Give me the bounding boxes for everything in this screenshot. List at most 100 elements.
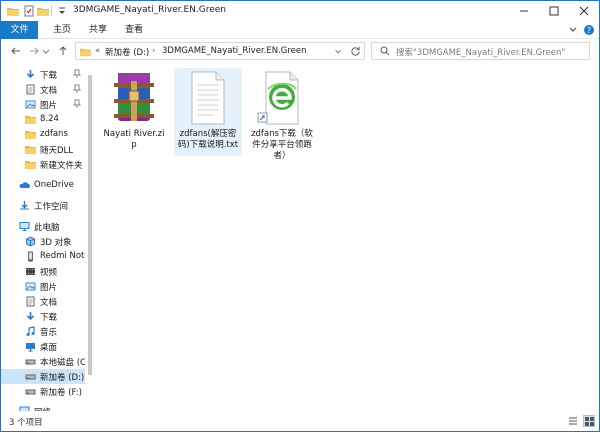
details-view-icon <box>569 417 577 425</box>
address-bar[interactable]: « 新加卷 (D:) › 3DMGAME_Nayati_River.EN.Gre… <box>75 42 365 60</box>
breadcrumb-drive[interactable]: 新加卷 (D:) <box>105 46 149 58</box>
sidebar-item-pictures[interactable]: 图片 <box>1 97 85 112</box>
tab-home[interactable]: 主页 <box>45 21 79 39</box>
folder-icon <box>25 129 36 140</box>
sidebar-item-downloads-pc[interactable]: 下载 <box>1 309 85 324</box>
tab-share[interactable]: 共享 <box>81 21 115 39</box>
sidebar-item-label: 新建文件夹 <box>40 161 83 171</box>
title-bar: 3DMGAME_Nayati_River.EN.Green <box>1 1 599 21</box>
sidebar-item-videos[interactable]: 视频 <box>1 264 85 279</box>
sidebar-item-label: 文档 <box>40 86 58 96</box>
sidebar-item-workspace[interactable]: 工作空间 <box>1 198 85 213</box>
folder-icon <box>25 159 36 170</box>
sidebar-item-network[interactable]: 网络 <box>1 404 85 411</box>
tab-file[interactable]: 文件 <box>1 21 38 39</box>
folder-icon <box>25 144 36 155</box>
file-item-txt[interactable]: zdfans(解压密码)下载说明.txt <box>174 68 242 156</box>
sidebar-item-label: 文档 <box>40 298 58 308</box>
sidebar-item-onedrive[interactable]: OneDrive <box>1 178 85 193</box>
workspace-icon <box>19 200 30 211</box>
minimize-button[interactable] <box>509 1 539 21</box>
sidebar-item-label: OneDrive <box>34 180 74 190</box>
sidebar-item-label: 新加卷 (D:) <box>40 373 85 383</box>
sidebar-item-downloads[interactable]: 下载 <box>1 67 85 82</box>
breadcrumb-overflow[interactable]: « <box>95 46 100 56</box>
new-folder-icon[interactable] <box>36 4 50 18</box>
search-icon <box>380 46 390 56</box>
large-icons-view-button[interactable] <box>583 415 595 427</box>
file-item-shortcut[interactable]: zdfans下载（软件分享平台领跑者） <box>249 69 315 166</box>
search-placeholder: 搜索"3DMGAME_Nayati_River.EN.Green" <box>396 48 566 58</box>
properties-icon[interactable] <box>22 4 36 18</box>
recent-locations-button[interactable] <box>41 44 51 58</box>
pin-icon <box>72 84 82 94</box>
sidebar-item-label: 8.24 <box>40 114 59 124</box>
sidebar-item-folder-zdfans[interactable]: zdfans <box>1 127 85 142</box>
expand-ribbon-icon[interactable] <box>567 24 579 36</box>
chevron-down-icon[interactable] <box>334 48 342 56</box>
sidebar-item-label: 图片 <box>40 101 58 111</box>
sidebar-item-label: Redmi Note <box>40 251 85 261</box>
tab-view[interactable]: 查看 <box>117 21 151 39</box>
picture-icon <box>25 99 36 110</box>
file-item-zip[interactable]: Nayati River.zip <box>101 69 167 155</box>
sidebar-item-phone[interactable]: Redmi Note <box>1 249 85 264</box>
search-input[interactable]: 搜索"3DMGAME_Nayati_River.EN.Green" <box>371 42 590 60</box>
sidebar-item-folder-dll[interactable]: 随天DLL <box>1 142 85 157</box>
sidebar-item-folder-824[interactable]: 8.24 <box>1 112 85 127</box>
sidebar-item-label: 音乐 <box>40 328 58 338</box>
sidebar-item-label: 桌面 <box>40 343 58 353</box>
sidebar-scrollbar[interactable] <box>85 63 95 411</box>
sidebar-item-new-folder[interactable]: 新建文件夹 <box>1 157 85 172</box>
scrollbar-thumb[interactable] <box>88 75 92 375</box>
file-name: zdfans(解压密码)下载说明.txt <box>177 129 239 150</box>
drive-icon <box>25 371 36 382</box>
sidebar-item-label: 下载 <box>40 313 58 323</box>
window-title: 3DMGAME_Nayati_River.EN.Green <box>73 5 227 15</box>
cloud-icon <box>19 180 30 191</box>
file-name: zdfans下载（软件分享平台领跑者） <box>251 129 313 161</box>
sidebar-item-label: 下载 <box>40 71 58 81</box>
sidebar-item-documents[interactable]: 文档 <box>1 82 85 97</box>
text-file-icon <box>178 69 238 127</box>
close-button[interactable] <box>569 1 599 21</box>
winrar-archive-icon <box>104 69 164 127</box>
pin-icon <box>72 99 82 109</box>
folder-icon <box>6 4 20 18</box>
sidebar-item-drive-f[interactable]: 新加卷 (F:) <box>1 384 85 399</box>
help-icon[interactable]: ? <box>583 24 595 36</box>
sidebar-item-documents-pc[interactable]: 文档 <box>1 294 85 309</box>
back-button[interactable] <box>9 44 23 58</box>
svg-text:?: ? <box>587 26 591 35</box>
drive-icon <box>25 356 36 367</box>
sidebar-item-label: 工作空间 <box>34 202 69 212</box>
forward-button[interactable] <box>27 44 41 58</box>
customize-toolbar-icon[interactable] <box>55 4 69 18</box>
sidebar-item-pictures-pc[interactable]: 图片 <box>1 279 85 294</box>
sidebar-item-3d-objects[interactable]: 3D 对象 <box>1 234 85 249</box>
refresh-icon[interactable] <box>350 46 361 57</box>
sidebar-item-label: zdfans <box>40 129 68 139</box>
item-count: 3 个项目 <box>9 418 43 428</box>
quick-access-separator <box>51 5 52 16</box>
sidebar-item-drive-d[interactable]: 新加卷 (D:) <box>1 369 85 384</box>
computer-icon <box>19 221 30 232</box>
file-list: Nayati River.zip zdfans(解压密码)下载说明.txt zd… <box>95 63 599 411</box>
document-icon <box>25 84 36 95</box>
sidebar-item-desktop[interactable]: 桌面 <box>1 339 85 354</box>
navigation-pane: 下载 文档 图片 8.24 zdfans 随天DLL 新建文件夹 OneDriv… <box>1 63 85 411</box>
navigation-bar: « 新加卷 (D:) › 3DMGAME_Nayati_River.EN.Gre… <box>1 39 599 63</box>
details-view-button[interactable] <box>567 415 579 427</box>
breadcrumb-folder[interactable]: 3DMGAME_Nayati_River.EN.Green <box>162 46 307 56</box>
sidebar-item-drive-c[interactable]: 本地磁盘 (C <box>1 354 85 369</box>
desktop-icon <box>25 341 36 352</box>
drive-icon <box>25 386 36 397</box>
ribbon-tabs: 文件 主页 共享 查看 ? <box>1 21 599 39</box>
large-icons-view-icon <box>585 417 594 426</box>
maximize-button[interactable] <box>539 1 569 21</box>
sidebar-item-this-pc[interactable]: 此电脑 <box>1 219 85 234</box>
sidebar-item-label: 图片 <box>40 283 58 293</box>
sidebar-item-music[interactable]: 音乐 <box>1 324 85 339</box>
up-button[interactable] <box>56 44 70 58</box>
video-icon <box>25 266 36 277</box>
